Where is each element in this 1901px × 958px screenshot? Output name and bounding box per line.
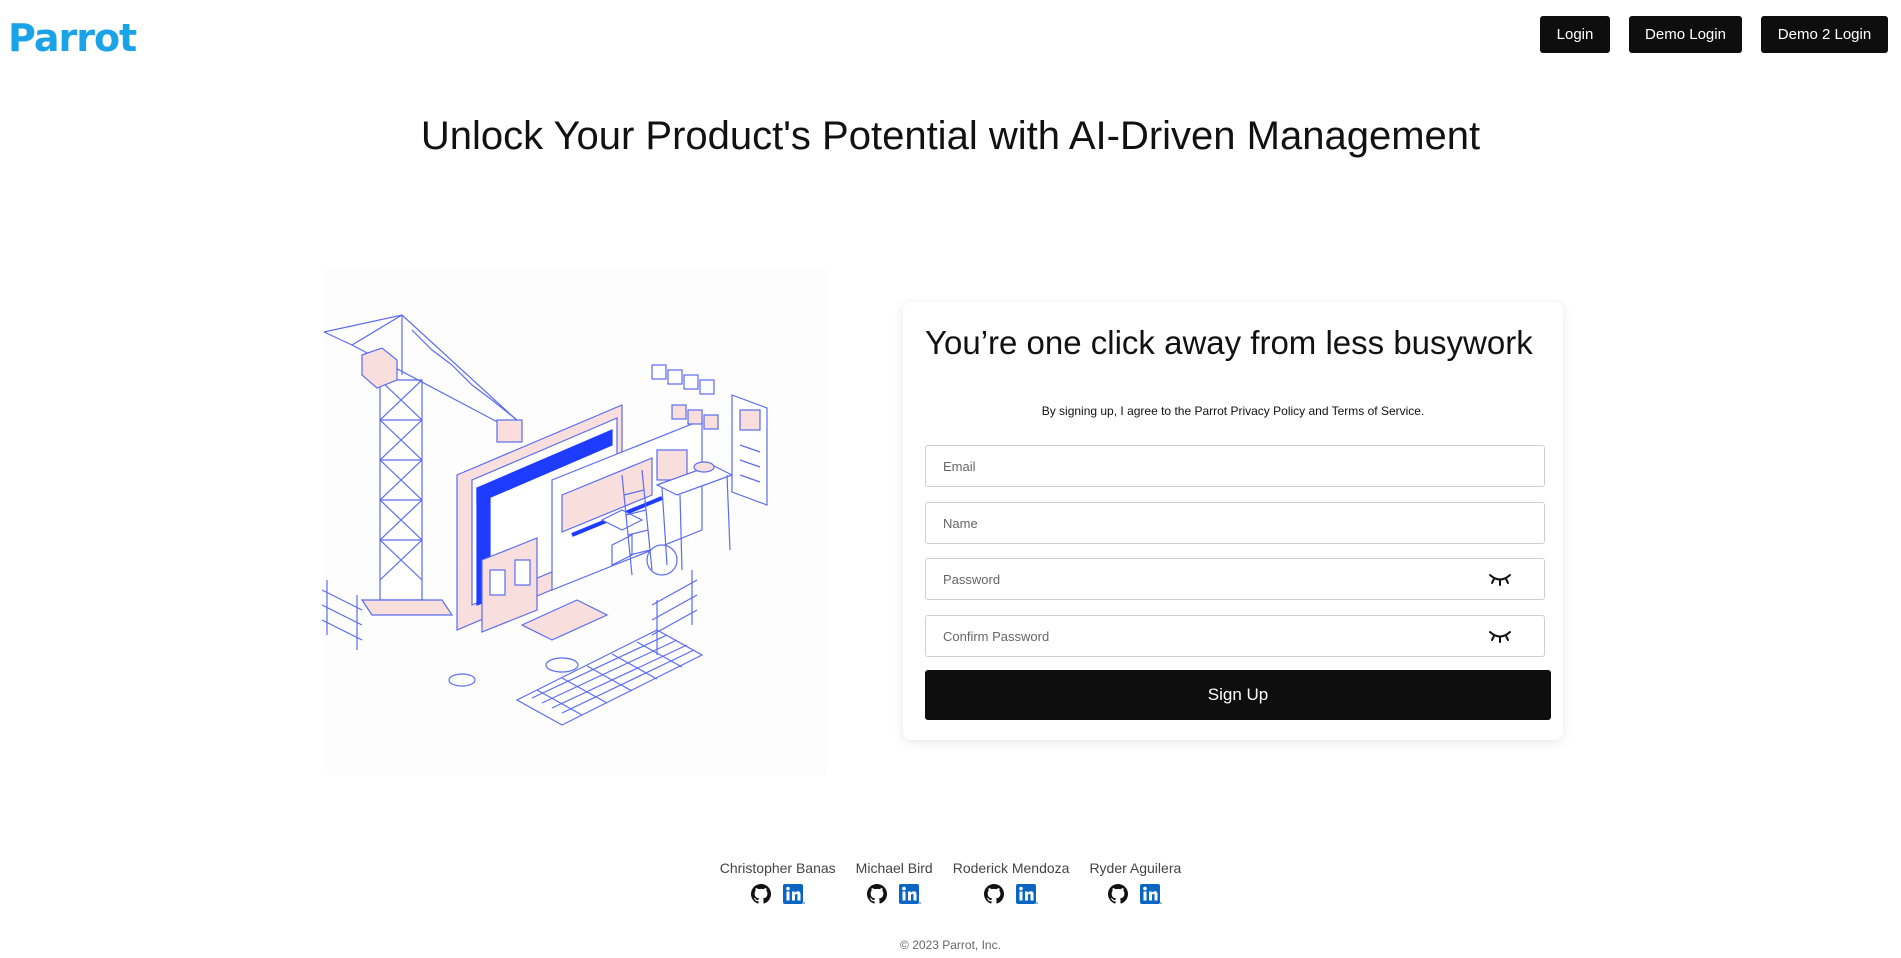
terms-text: By signing up, I agree to the Parrot Pri… — [1041, 404, 1425, 418]
member-links — [984, 884, 1038, 904]
team-member: Michael Bird — [856, 860, 933, 904]
logo[interactable]: Parrot — [8, 14, 137, 62]
linkedin-icon[interactable] — [1016, 884, 1038, 904]
linkedin-icon[interactable] — [899, 884, 921, 904]
hero-illustration — [321, 270, 827, 775]
eye-closed-icon[interactable] — [1488, 571, 1512, 587]
name-field — [925, 502, 1545, 544]
github-icon[interactable] — [750, 884, 771, 904]
member-links — [867, 884, 921, 904]
confirm-password-input[interactable] — [926, 616, 1544, 656]
password-input[interactable] — [926, 559, 1544, 599]
email-input[interactable] — [926, 446, 1544, 486]
password-field — [925, 558, 1545, 600]
top-nav: Login Demo Login Demo 2 Login — [1540, 16, 1888, 53]
member-links — [750, 884, 805, 904]
confirm-password-field — [925, 615, 1545, 657]
member-name: Roderick Mendoza — [952, 860, 1070, 876]
member-name: Michael Bird — [855, 860, 933, 876]
keyboard-illustration — [515, 629, 704, 726]
team-list: Christopher Banas Michael Bird Roderick … — [0, 860, 1901, 904]
team-member: Roderick Mendoza — [952, 860, 1070, 904]
login-button[interactable]: Login — [1540, 16, 1610, 53]
github-icon[interactable] — [1108, 884, 1129, 904]
copyright: © 2023 Parrot, Inc. — [900, 938, 1001, 952]
linkedin-icon[interactable] — [782, 884, 805, 904]
signup-card: You’re one click away from less busywork… — [903, 302, 1563, 740]
linkedin-icon[interactable] — [1140, 884, 1163, 904]
logo-text: Parrot — [8, 16, 137, 60]
team-member: Ryder Aguilera — [1089, 860, 1181, 904]
member-name: Ryder Aguilera — [1089, 860, 1182, 876]
name-input[interactable] — [926, 503, 1544, 543]
hero-title: Unlock Your Product's Potential with AI-… — [420, 114, 1481, 158]
github-icon[interactable] — [867, 884, 888, 904]
github-icon[interactable] — [984, 884, 1005, 904]
member-links — [1108, 884, 1163, 904]
eye-closed-icon[interactable] — [1488, 628, 1512, 644]
signup-title: You’re one click away from less busywork — [925, 324, 1533, 361]
member-name: Christopher Banas — [719, 860, 836, 876]
email-field — [925, 445, 1545, 487]
sign-up-button[interactable]: Sign Up — [925, 670, 1551, 720]
demo2-login-button[interactable]: Demo 2 Login — [1761, 16, 1888, 53]
demo-login-button[interactable]: Demo Login — [1629, 16, 1742, 53]
team-member: Christopher Banas — [720, 860, 836, 904]
